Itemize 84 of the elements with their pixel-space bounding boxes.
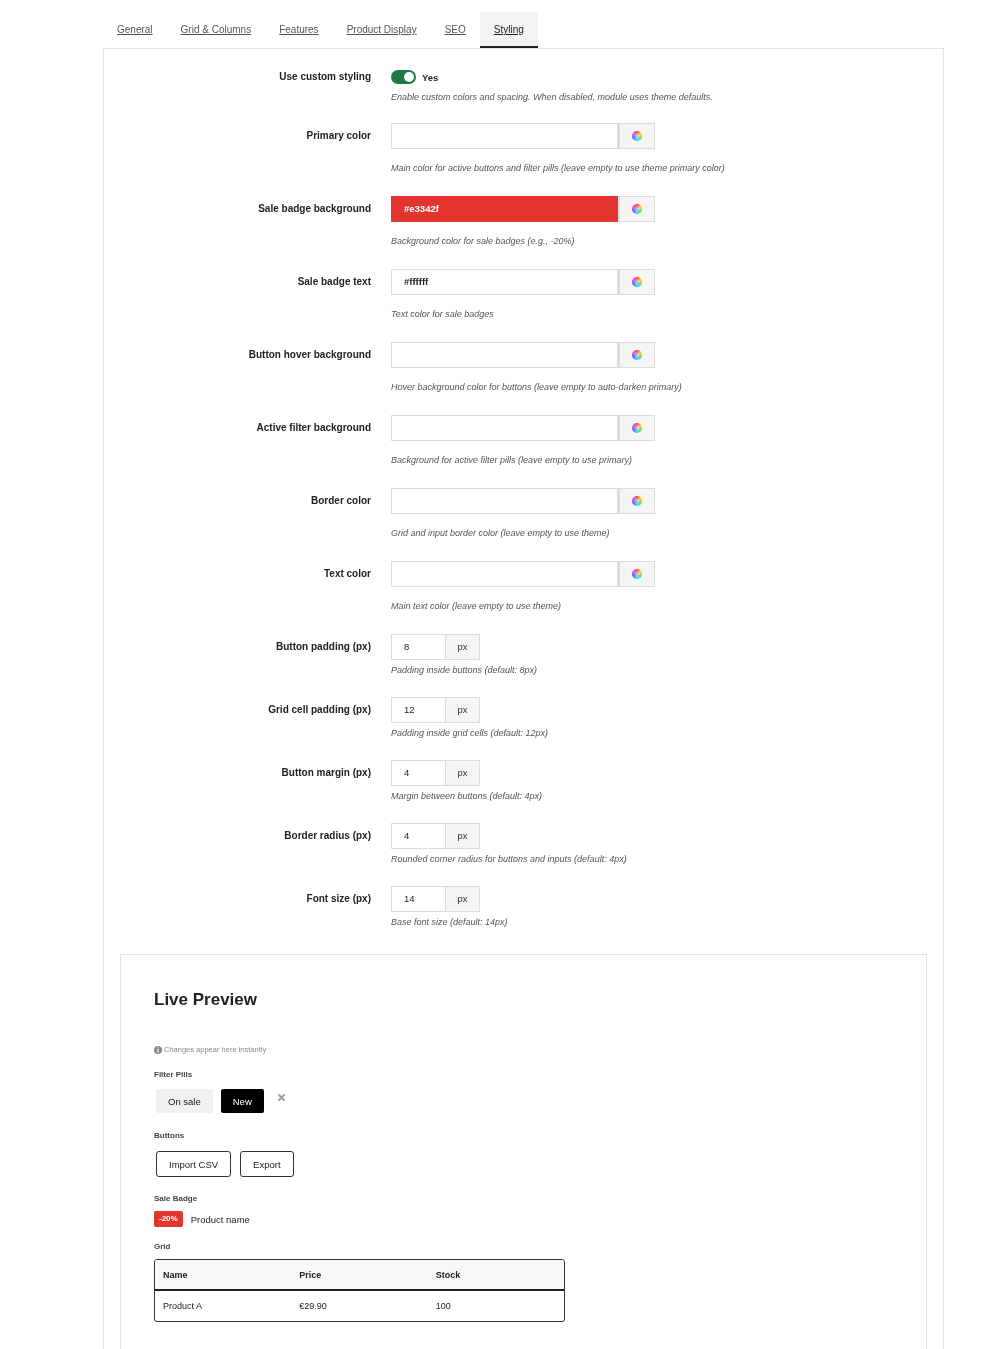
tab[interactable]: SEO — [430, 12, 480, 48]
setting-label: Border radius (px) — [283, 829, 371, 843]
unit-addon: px — [446, 697, 480, 723]
color-picker-button[interactable] — [618, 123, 655, 149]
setting-label: Button margin (px) — [280, 766, 371, 780]
info-icon — [154, 1046, 162, 1054]
table-cell-text: 100 — [434, 1300, 452, 1313]
number-input[interactable]: 4 — [391, 823, 446, 849]
color-input[interactable] — [391, 123, 618, 149]
color-picker-button[interactable] — [618, 342, 655, 368]
section-heading: Grid — [154, 1241, 171, 1253]
color-input[interactable]: #e3342f — [391, 196, 618, 222]
setting-label: Button padding (px) — [275, 640, 371, 654]
color-wheel-icon — [632, 204, 642, 214]
help-text: Text color for sale badges — [391, 308, 495, 320]
section-heading: Sale Badge — [154, 1193, 198, 1205]
setting-label: Font size (px) — [305, 892, 371, 906]
setting-label: Text color — [322, 567, 371, 581]
toggle-switch[interactable] — [391, 70, 416, 84]
filter-pill[interactable]: New — [220, 1089, 264, 1113]
color-input[interactable] — [391, 488, 618, 514]
setting-label: Use custom styling — [278, 70, 371, 84]
table-header-cell: Name — [155, 1260, 292, 1291]
number-input[interactable]: 14 — [391, 886, 446, 912]
number-input[interactable]: 8 — [391, 634, 446, 660]
toggle-label: Yes — [422, 71, 439, 83]
color-picker-button[interactable] — [618, 561, 655, 587]
tab[interactable]: Grid & Columns — [166, 12, 266, 48]
color-picker-button[interactable] — [618, 269, 655, 295]
table-cell-text: Product A — [162, 1300, 204, 1313]
table-header-cell: Price — [291, 1260, 428, 1291]
color-wheel-icon — [632, 350, 642, 360]
help-text: Base font size (default: 14px) — [391, 916, 509, 928]
product-name: Product name — [190, 1213, 250, 1225]
tab[interactable]: Styling — [479, 12, 538, 48]
tab[interactable]: Product Display — [332, 12, 431, 48]
help-text: Main text color (leave empty to use theme) — [391, 600, 563, 612]
color-input[interactable]: #ffffff — [391, 269, 618, 295]
outline-button[interactable]: Export — [240, 1151, 294, 1177]
sale-badge: -20% — [154, 1211, 183, 1227]
unit-addon: px — [446, 760, 480, 786]
help-text: Background for active filter pills (leave empty to use primary) — [391, 454, 634, 466]
section-heading: Buttons — [154, 1130, 185, 1142]
unit-addon: px — [446, 823, 480, 849]
color-picker-button[interactable] — [618, 415, 655, 441]
clear-icon[interactable] — [277, 1094, 285, 1101]
setting-label: Active filter background — [255, 421, 371, 435]
color-wheel-icon — [632, 569, 642, 579]
filter-pill[interactable]: On sale — [156, 1089, 213, 1113]
help-text: Background color for sale badges (e.g., -20%) — [391, 235, 576, 247]
help-text: Rounded corner radius for buttons and inputs (default: 4px) — [391, 853, 628, 865]
unit-addon: px — [446, 886, 480, 912]
color-wheel-icon — [632, 277, 642, 287]
table-cell-text: €29.90 — [298, 1300, 328, 1313]
section-heading: Filter Pills — [154, 1069, 193, 1081]
unit-addon: px — [446, 634, 480, 660]
number-input[interactable]: 12 — [391, 697, 446, 723]
help-text: Margin between buttons (default: 4px) — [391, 790, 544, 802]
help-text: Hover background color for buttons (leave empty to auto-darken primary) — [391, 381, 683, 393]
help-text: Main color for active buttons and filter pills (leave empty to use theme primary color) — [391, 162, 726, 174]
setting-label: Sale badge text — [296, 275, 371, 289]
preview-title: Live Preview — [154, 990, 257, 1010]
table-header-cell: Stock — [427, 1260, 564, 1291]
color-picker-button[interactable] — [618, 196, 655, 222]
help-text: Enable custom colors and spacing. When disabled, module uses theme defaults. — [391, 91, 714, 103]
color-wheel-icon — [632, 131, 642, 141]
color-input[interactable] — [391, 342, 618, 368]
help-text: Grid and input border color (leave empty to use theme) — [391, 527, 611, 539]
setting-label: Grid cell padding (px) — [267, 703, 371, 717]
color-picker-button[interactable] — [618, 488, 655, 514]
color-input[interactable] — [391, 561, 618, 587]
setting-label: Primary color — [305, 129, 371, 143]
help-text: Padding inside buttons (default: 8px) — [391, 664, 539, 676]
setting-label: Button hover background — [247, 348, 371, 362]
number-input[interactable]: 4 — [391, 760, 446, 786]
color-wheel-icon — [632, 496, 642, 506]
tab[interactable]: Features — [265, 12, 333, 48]
outline-button[interactable]: Import CSV — [156, 1151, 232, 1177]
setting-label: Sale badge background — [257, 202, 371, 216]
tab[interactable]: General — [103, 12, 167, 48]
setting-label: Border color — [310, 494, 371, 508]
color-input[interactable] — [391, 415, 618, 441]
help-text: Padding inside grid cells (default: 12px) — [391, 727, 550, 739]
color-wheel-icon — [632, 423, 642, 433]
